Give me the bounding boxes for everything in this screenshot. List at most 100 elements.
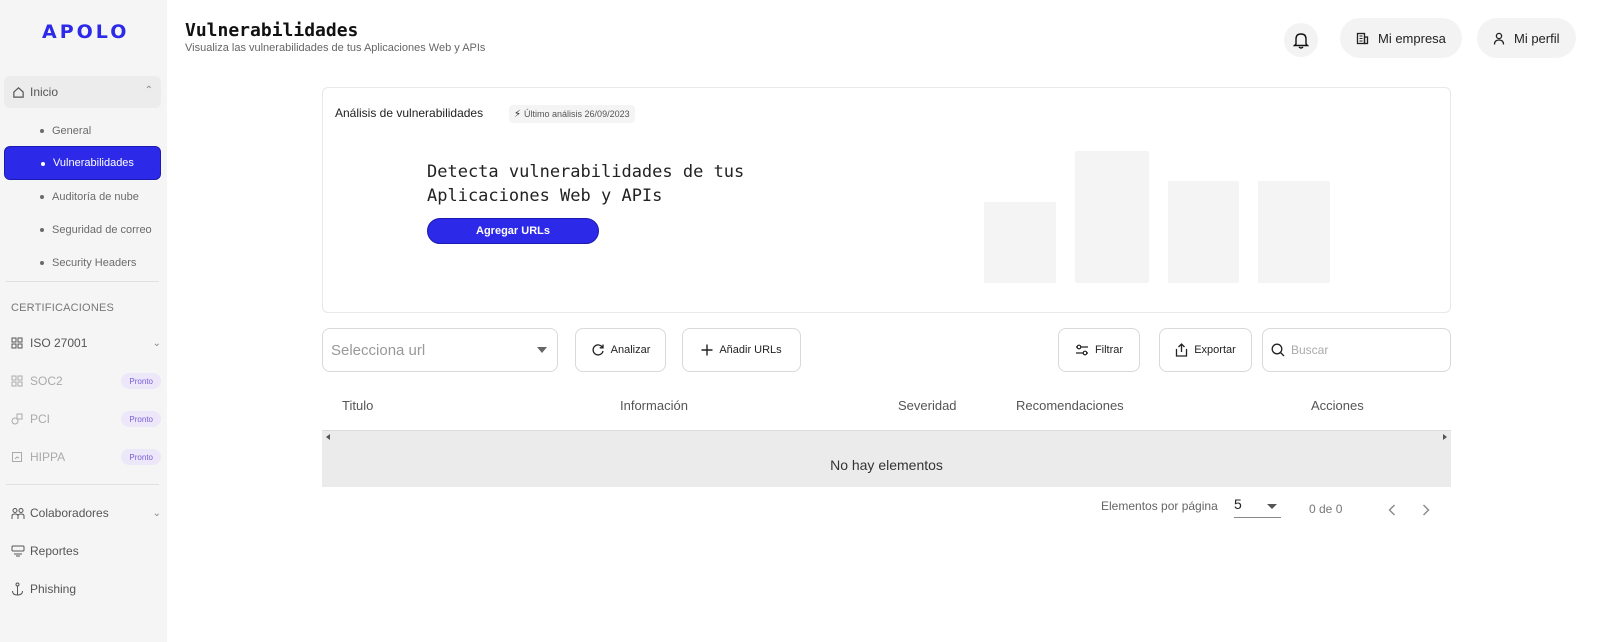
bullet-icon (40, 195, 44, 199)
analysis-card: Análisis de vulnerabilidades ⚡︎ Último a… (322, 87, 1451, 313)
search-icon (1271, 343, 1285, 357)
filter-button-label: Filtrar (1094, 344, 1124, 356)
sidebar-divider (6, 281, 159, 282)
sidebar-item-label: Colaboradores (30, 506, 109, 520)
add-urls-button[interactable]: Añadir URLs (682, 328, 801, 372)
sidebar-item-reportes[interactable]: Reportes (11, 540, 161, 562)
column-header-acciones[interactable]: Acciones (1311, 398, 1364, 413)
column-header-recomendaciones[interactable]: Recomendaciones (1016, 398, 1124, 413)
sidebar-item-soc2[interactable]: SOC2 Pronto (11, 370, 161, 392)
placeholder-bar (1258, 181, 1330, 283)
scroll-left-arrow-icon[interactable] (326, 434, 330, 440)
add-urls-cta-button[interactable]: Agregar URLs (427, 218, 599, 244)
bullet-icon (41, 162, 45, 166)
bullet-icon (40, 228, 44, 232)
export-button-label: Exportar (1194, 344, 1236, 356)
sidebar-item-inicio[interactable]: Inicio ⌃ (4, 76, 161, 108)
dropdown-caret-icon (1267, 504, 1277, 509)
app-root: APOLO Inicio ⌃ General Vulnerabilidades … (0, 0, 1600, 642)
notifications-button[interactable] (1284, 23, 1318, 57)
coming-soon-badge: Pronto (121, 373, 161, 389)
next-page-button[interactable] (1416, 500, 1436, 520)
sidebar-item-label: ISO 27001 (30, 336, 88, 350)
sidebar: APOLO Inicio ⌃ General Vulnerabilidades … (0, 0, 167, 642)
sidebar-item-label: PCI (30, 412, 51, 426)
analyze-button[interactable]: Analizar (575, 328, 666, 372)
previous-page-button[interactable] (1382, 500, 1402, 520)
filter-icon (1075, 344, 1089, 356)
sidebar-item-phishing[interactable]: Phishing (11, 578, 161, 600)
bell-icon (1293, 31, 1309, 49)
column-header-severidad[interactable]: Severidad (898, 398, 957, 413)
refresh-icon (591, 343, 605, 357)
filter-button[interactable]: Filtrar (1058, 328, 1140, 372)
sidebar-subitem-vulnerabilidades[interactable]: Vulnerabilidades (4, 146, 161, 180)
coming-soon-badge: Pronto (121, 411, 161, 427)
column-header-titulo[interactable]: Titulo (342, 398, 373, 413)
dropdown-caret-icon (537, 347, 547, 353)
card-title: Análisis de vulnerabilidades (335, 106, 484, 120)
placeholder-bar (1168, 181, 1239, 283)
sidebar-subitem-security-headers[interactable]: Security Headers (4, 247, 161, 278)
certificate-icon (11, 374, 25, 388)
profile-button[interactable]: Mi perfil (1477, 18, 1576, 58)
bullet-icon (40, 261, 44, 265)
scroll-right-arrow-icon[interactable] (1443, 434, 1447, 440)
page-title: Vulnerabilidades (185, 20, 359, 41)
rows-per-page-label: Elementos por página (1101, 499, 1218, 513)
sidebar-item-iso27001[interactable]: ISO 27001 ⌄ (11, 332, 161, 354)
export-icon (1175, 343, 1188, 357)
sidebar-subitem-label: Vulnerabilidades (53, 157, 134, 169)
last-analysis-label: Último análisis 26/09/2023 (524, 109, 630, 119)
sidebar-item-label: Phishing (30, 582, 77, 596)
chevron-down-icon: ⌄ (152, 507, 161, 519)
search-box[interactable] (1262, 328, 1451, 372)
company-button[interactable]: Mi empresa (1340, 18, 1462, 58)
column-header-informacion[interactable]: Información (620, 398, 688, 413)
sidebar-subitem-general[interactable]: General (4, 115, 161, 146)
chevron-right-icon (1422, 504, 1430, 516)
sidebar-item-label: Reportes (30, 544, 79, 558)
bolt-icon: ⚡︎ (514, 108, 522, 120)
card-icon (11, 412, 25, 426)
chevron-up-icon: ⌃ (144, 85, 153, 96)
sidebar-subitem-label: Seguridad de correo (52, 223, 152, 236)
user-icon (1493, 32, 1505, 45)
sidebar-subitem-label: General (52, 124, 92, 137)
bullet-icon (40, 129, 44, 133)
placeholder-bar (1075, 151, 1149, 283)
sidebar-item-label: SOC2 (30, 374, 63, 388)
hero-line-1: Detecta vulnerabilidades de tus (427, 162, 745, 182)
certifications-section-title: CERTIFICACIONES (11, 302, 115, 314)
home-icon (12, 85, 26, 99)
placeholder-bar (984, 202, 1056, 283)
sidebar-divider (6, 484, 159, 485)
last-analysis-tag: ⚡︎ Último análisis 26/09/2023 (509, 105, 635, 123)
sidebar-item-hippa[interactable]: HIPPA Pronto (11, 446, 161, 468)
sidebar-item-pci[interactable]: PCI Pronto (11, 408, 161, 430)
sidebar-subitem-auditoria-nube[interactable]: Auditoría de nube (4, 181, 161, 212)
sidebar-item-inicio-label: Inicio (30, 85, 59, 99)
rows-per-page-select[interactable]: 5 (1234, 496, 1281, 518)
sidebar-subitem-seguridad-correo[interactable]: Seguridad de correo (4, 214, 161, 245)
pagination-range: 0 de 0 (1309, 502, 1343, 516)
rows-per-page-value: 5 (1234, 496, 1242, 512)
sidebar-subitem-label: Auditoría de nube (52, 190, 139, 203)
anchor-icon (11, 582, 25, 596)
add-urls-button-label: Añadir URLs (719, 344, 782, 356)
sidebar-item-colaboradores[interactable]: Colaboradores ⌄ (11, 502, 161, 524)
hero-text: Detecta vulnerabilidades de tus Aplicaci… (427, 160, 807, 208)
analyze-button-label: Analizar (610, 344, 651, 356)
apolo-logo[interactable]: APOLO (42, 21, 129, 43)
building-icon (1356, 32, 1369, 45)
chevron-left-icon (1388, 504, 1396, 516)
chevron-down-icon: ⌄ (152, 337, 161, 349)
sidebar-item-label: HIPPA (30, 450, 66, 464)
export-button[interactable]: Exportar (1159, 328, 1252, 372)
certificate-icon (11, 336, 25, 350)
url-select-placeholder: Selecciona url (331, 341, 426, 359)
url-select[interactable]: Selecciona url (322, 328, 558, 372)
search-input[interactable] (1291, 343, 1441, 357)
table-body: No hay elementos (322, 430, 1451, 487)
hero-line-2: Aplicaciones Web y APIs (427, 186, 663, 206)
